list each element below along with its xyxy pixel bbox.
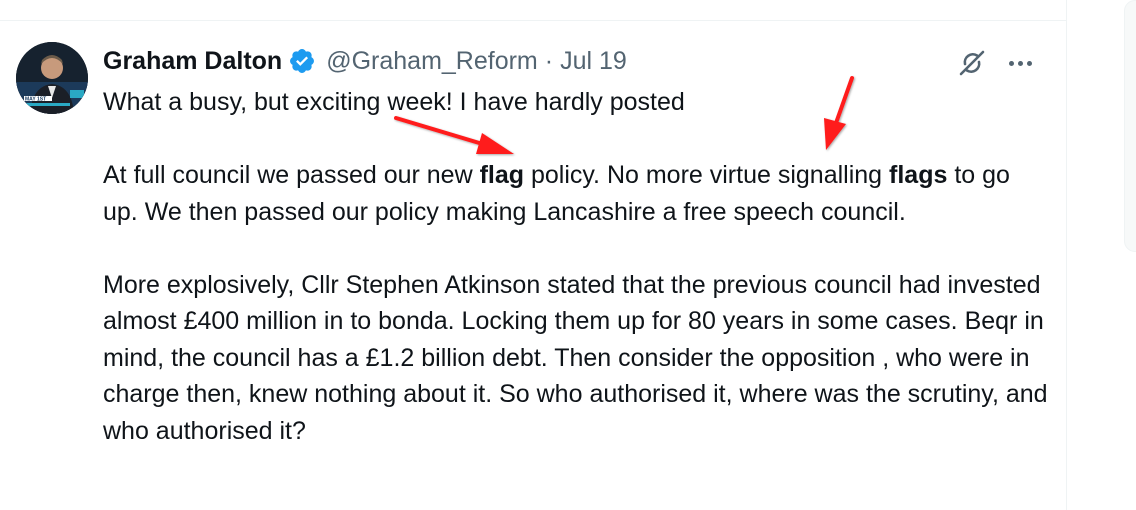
tweet-paragraph: What a busy, but exciting week! I have h…	[103, 88, 685, 116]
tweet-text: What a busy, but exciting week! I have h…	[103, 84, 1048, 449]
more-options-icon[interactable]	[1003, 46, 1037, 80]
bold-flags-word: flags	[889, 161, 948, 189]
tweet-paragraph: More explosively, Cllr Stephen Atkinson …	[103, 270, 1048, 445]
tweet-header: Graham Dalton @Graham_Reform · Jul 19	[103, 44, 627, 78]
sidebar-card	[1124, 0, 1136, 252]
text-segment: At full council we passed our new	[103, 161, 480, 189]
avatar[interactable]: MAY 1ST	[16, 42, 88, 114]
author-name[interactable]: Graham Dalton	[103, 47, 282, 76]
divider	[0, 20, 1066, 21]
text-segment: policy. No more virtue signalling	[524, 161, 890, 189]
avatar-image: MAY 1ST	[16, 42, 88, 114]
bold-flag-word: flag	[479, 161, 525, 189]
avatar-badge-text: MAY 1ST	[25, 97, 46, 103]
tweet-date[interactable]: Jul 19	[560, 47, 627, 76]
author-handle[interactable]: @Graham_Reform	[326, 47, 538, 76]
timeline-column: MAY 1ST Graham Dalton @Graham_Reform · J…	[0, 0, 1067, 510]
tweet-paragraph: At full council we passed our new flag p…	[103, 157, 1048, 230]
separator-dot: ·	[544, 46, 554, 75]
grok-icon[interactable]	[955, 46, 989, 80]
verified-badge-icon[interactable]	[288, 47, 316, 75]
